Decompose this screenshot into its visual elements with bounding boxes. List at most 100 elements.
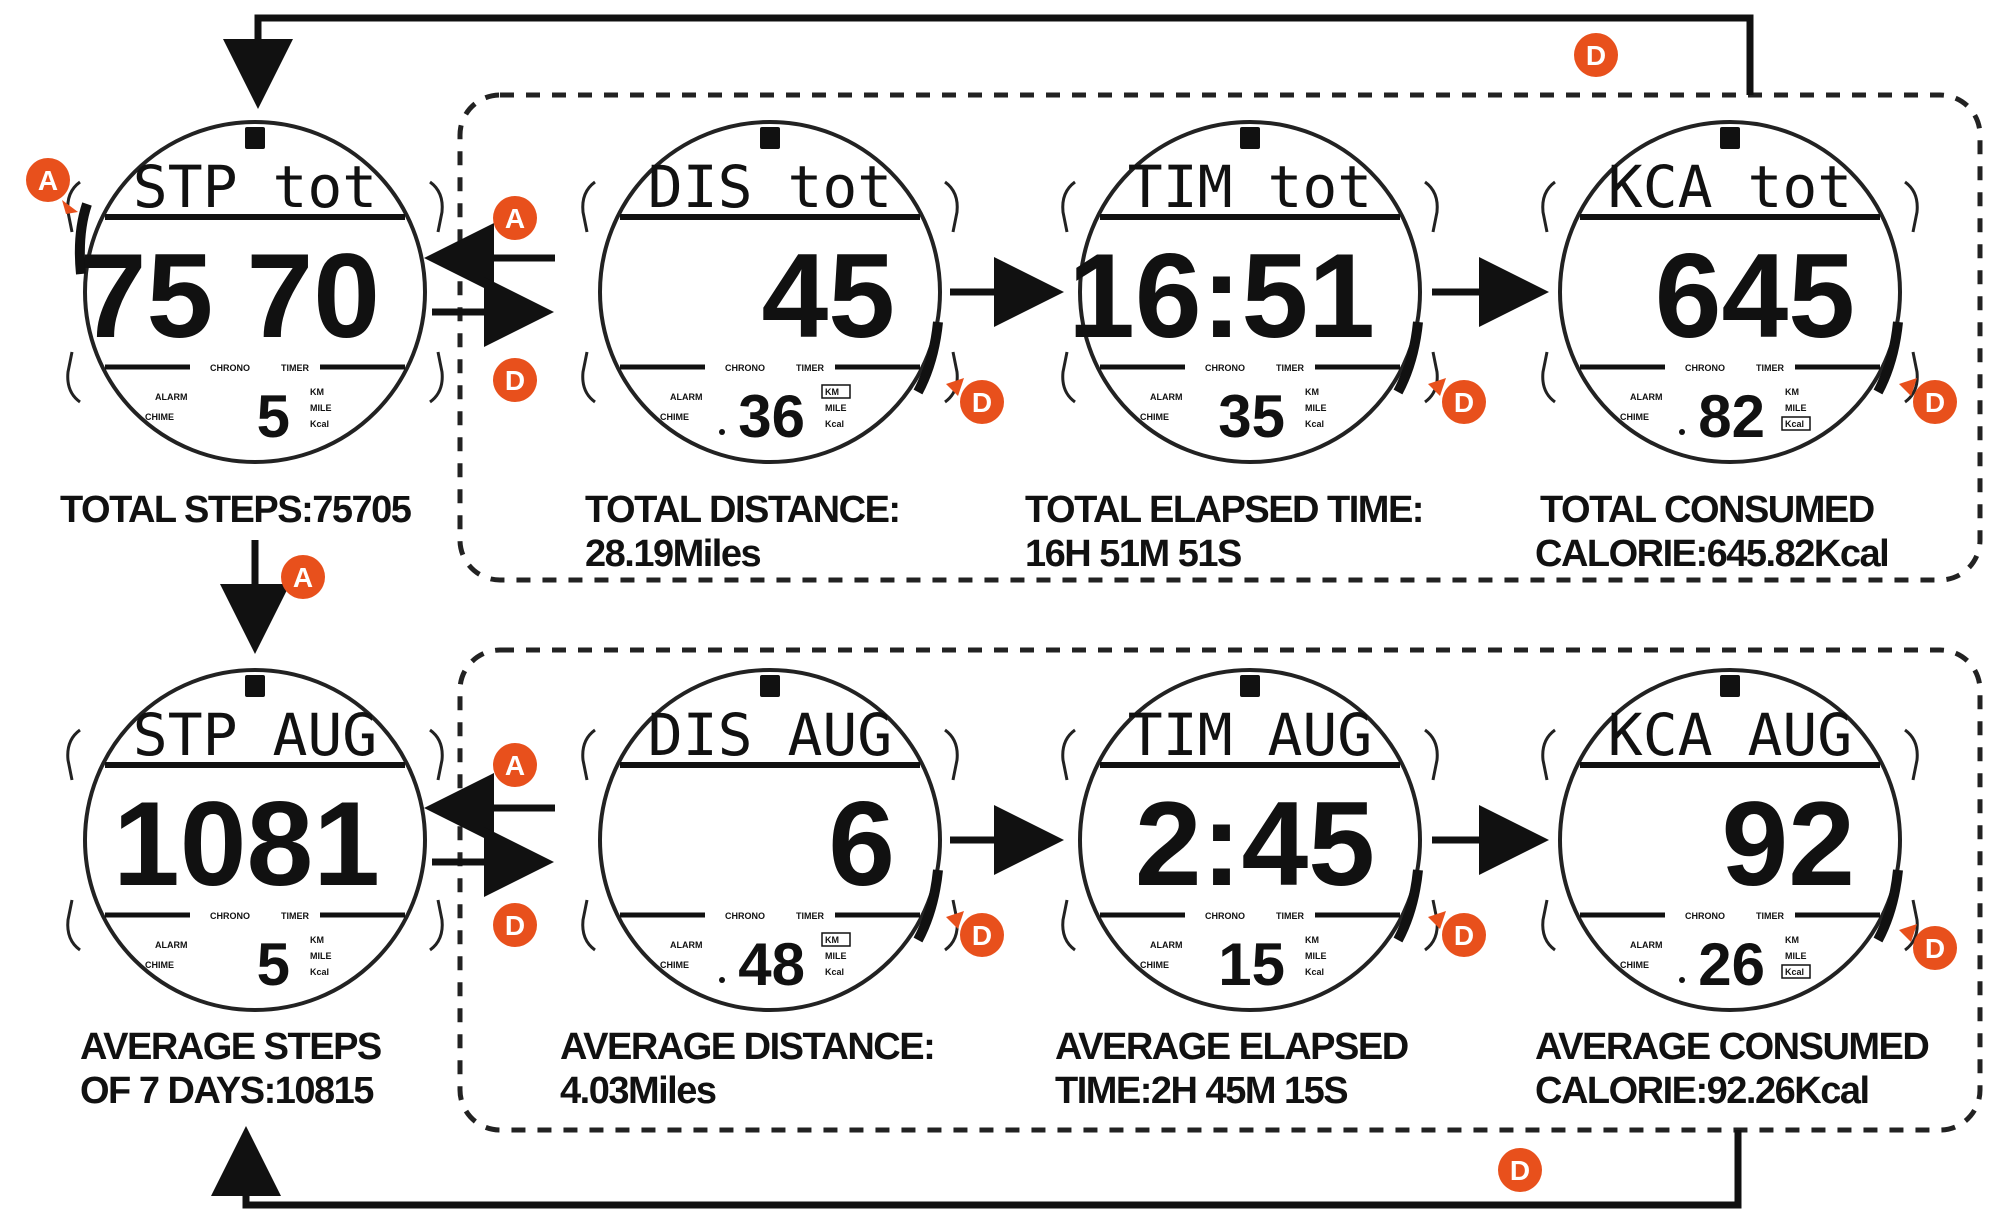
watch-button-lower-left xyxy=(581,899,596,952)
watch-button-lower-left xyxy=(66,899,81,952)
caption-line: AVERAGE STEPS xyxy=(80,1026,382,1068)
watch-button-lower-right xyxy=(1424,899,1439,952)
watch-button-upper-right xyxy=(429,180,444,233)
badge-a-label: A xyxy=(38,165,58,196)
watch-mode-icon xyxy=(1720,127,1740,149)
badge-d-label: D xyxy=(505,365,525,396)
badge-d-label: D xyxy=(972,387,992,418)
watch-unit-label: Kcal xyxy=(1305,419,1324,429)
badge-a-label: A xyxy=(293,562,313,593)
watch-unit-label: MILE xyxy=(1305,403,1327,413)
watch-timer-label: TIMER xyxy=(281,363,309,373)
caption-avg-calorie: AVERAGE CONSUMED CALORIE:92.26Kcal xyxy=(1535,1025,1930,1113)
watch-unit-label: Kcal xyxy=(825,967,844,977)
watch-small-digits: 35 xyxy=(1218,383,1285,450)
watch-alarm-label: ALARM xyxy=(670,392,703,402)
watch-button-lower-right xyxy=(429,899,444,952)
watch-button-upper-left xyxy=(1061,728,1076,781)
watch-alarm-label: ALARM xyxy=(155,940,188,950)
badge-d-loop-top: D xyxy=(1574,33,1618,77)
watch-unit-label: MILE xyxy=(825,403,847,413)
watch-unit-label: MILE xyxy=(310,951,332,961)
watch-dis-avg: DIS AUG 6 CHRONO TIMER ALARM CHIME 48 KM MILE Kca… xyxy=(581,668,959,1012)
watch-chrono-label: CHRONO xyxy=(725,911,765,921)
badge-d-label: D xyxy=(1586,40,1606,71)
watch-kca-tot: KCA tot 645CHRONO TIMER ALARM CHIME 82 KM MILE K… xyxy=(1541,120,1919,464)
watch-alarm-label: ALARM xyxy=(1150,392,1183,402)
watch-top-label: STP AUG xyxy=(133,701,377,769)
caption-line: TOTAL CONSUMED xyxy=(1540,489,1875,531)
watch-chrono-label: CHRONO xyxy=(1685,363,1725,373)
watch-button-upper-left xyxy=(66,728,81,781)
watch-timer-label: TIMER xyxy=(281,911,309,921)
caption-line: AVERAGE DISTANCE: xyxy=(560,1026,936,1068)
watch-main-digits: 2:45 xyxy=(1135,777,1375,911)
watch-button-lower-right xyxy=(944,351,959,404)
watch-unit-label: KM xyxy=(825,387,839,397)
watch-top-label: TIM AUG xyxy=(1128,701,1372,769)
watch-alarm-label: ALARM xyxy=(1630,392,1663,402)
watch-chrono-label: CHRONO xyxy=(1205,363,1245,373)
watch-unit-label: KM xyxy=(1785,387,1799,397)
caption-line: CALORIE:92.26Kcal xyxy=(1535,1070,1870,1112)
caption-avg-steps: AVERAGE STEPS OF 7 DAYS:10815 xyxy=(80,1025,382,1113)
watch-main-digits: 45 xyxy=(762,229,895,363)
watch-decimal-dot xyxy=(1679,977,1685,983)
watch-unit-label: KM xyxy=(1785,935,1799,945)
caption-line: 28.19Miles xyxy=(585,533,762,575)
watch-main-digits: 16:51 xyxy=(1068,229,1375,363)
watch-timer-label: TIMER xyxy=(796,363,824,373)
watch-timer-label: TIMER xyxy=(796,911,824,921)
watch-chime-label: CHIME xyxy=(660,412,689,422)
watch-button-lower-left xyxy=(1061,899,1076,952)
watch-top-label: DIS AUG xyxy=(648,701,892,769)
watch-main-digits: 92 xyxy=(1722,777,1855,911)
watch-main-digits: 1081 xyxy=(113,777,380,911)
watch-chrono-label: CHRONO xyxy=(210,363,250,373)
watch-chime-label: CHIME xyxy=(145,960,174,970)
caption-line: CALORIE:645.82Kcal xyxy=(1535,533,1890,575)
caption-total-time: TOTAL ELAPSED TIME: 16H 51M 51S xyxy=(1025,488,1424,576)
watch-small-digits: 5 xyxy=(257,931,290,998)
caption-line: AVERAGE ELAPSED xyxy=(1055,1026,1409,1068)
watch-chime-label: CHIME xyxy=(1620,960,1649,970)
watch-unit-label: MILE xyxy=(310,403,332,413)
watch-button-upper-left xyxy=(581,728,596,781)
watch-button-lower-left xyxy=(581,351,596,404)
badge-d-label: D xyxy=(1454,920,1474,951)
badge-d-label: D xyxy=(972,920,992,951)
watch-chime-label: CHIME xyxy=(1140,960,1169,970)
badge-a-stp-button: A xyxy=(26,158,78,214)
watch-mode-icon xyxy=(760,675,780,697)
watch-timer-label: TIMER xyxy=(1276,911,1304,921)
watch-chime-label: CHIME xyxy=(145,412,174,422)
badge-a-left-bottom: A xyxy=(493,743,537,787)
watch-button-upper-left xyxy=(1061,180,1076,233)
badge-d-dis-tot: D xyxy=(946,378,1004,424)
watch-unit-label: MILE xyxy=(1785,951,1807,961)
watch-mode-icon xyxy=(1240,127,1260,149)
watch-button-lower-right xyxy=(1424,351,1439,404)
watch-top-label: STP tot xyxy=(133,153,377,221)
watch-unit-label: Kcal xyxy=(310,967,329,977)
watch-stp-tot: STP tot 75 70CHRONO TIMER ALARM CHIME 5 KM MILE… xyxy=(66,120,444,464)
badge-a-down: A xyxy=(281,555,325,599)
watch-unit-label: MILE xyxy=(1785,403,1807,413)
watch-unit-label: Kcal xyxy=(1305,967,1324,977)
watch-button-upper-left xyxy=(1541,180,1556,233)
caption-line: AVERAGE CONSUMED xyxy=(1535,1026,1930,1068)
caption-total-steps: TOTAL STEPS:75705 xyxy=(60,488,412,532)
watch-tim-tot: TIM tot 16:51CHRONO TIMER ALARM CHIME 35 KM MIL… xyxy=(1061,120,1439,464)
badge-d-label: D xyxy=(1510,1155,1530,1186)
watch-unit-label: Kcal xyxy=(825,419,844,429)
watch-timer-label: TIMER xyxy=(1276,363,1304,373)
watch-tim-avg: TIM AUG 2:45CHRONO TIMER ALARM CHIME 15 KM MILE… xyxy=(1061,668,1439,1012)
watch-chime-label: CHIME xyxy=(660,960,689,970)
caption-total-calorie: TOTAL CONSUMED CALORIE:645.82Kcal xyxy=(1535,488,1890,576)
badge-a-left-top: A xyxy=(493,196,537,240)
watch-button-upper-right xyxy=(1904,728,1919,781)
watch-button-upper-right xyxy=(944,728,959,781)
caption-line: TOTAL ELAPSED TIME: xyxy=(1025,489,1424,531)
watch-unit-label: KM xyxy=(825,935,839,945)
watch-mode-icon xyxy=(1720,675,1740,697)
